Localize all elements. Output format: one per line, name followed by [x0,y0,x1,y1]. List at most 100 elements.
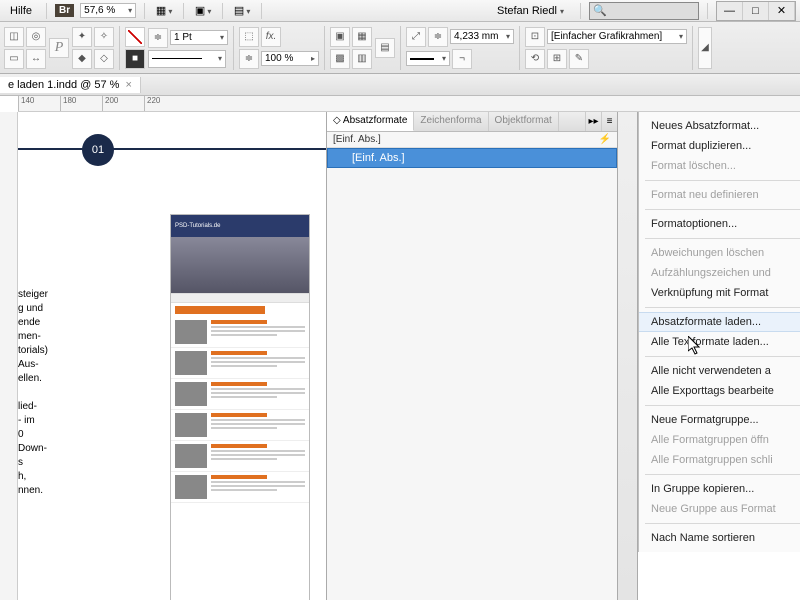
menu-separator [645,180,800,181]
text-wrap-skip-icon[interactable]: ▤ [375,38,395,58]
text-line: ellen. [18,372,78,386]
style-list[interactable]: [Einf. Abs.] [327,148,617,168]
menu-item: Format löschen... [639,156,800,176]
reference-point-icon[interactable]: ⊡ [525,27,545,47]
placed-web-screenshot: PSD-Tutorials.de [170,214,310,600]
minimize-button[interactable]: — [717,2,743,20]
text-line: - im [18,414,78,428]
selection-tool-icon[interactable]: ◫ [4,27,24,47]
fx-icon[interactable]: fx. [261,27,281,47]
stroke-weight-stepper[interactable]: ≑ [148,28,168,48]
zoom-level-input[interactable]: 57,6 % [80,3,136,18]
document-canvas[interactable]: 01 steigerg undendemen-torials)Aus-ellen… [18,112,800,600]
arrange-docs-icon[interactable]: ▤ [231,2,253,20]
menu-item[interactable]: Verknüpfung mit Format [639,283,800,303]
document-tab[interactable]: e laden 1.indd @ 57 %× [0,77,141,93]
menu-item[interactable]: Alle nicht verwendeten a [639,361,800,381]
frame-size-stepper[interactable]: ≑ [428,27,448,47]
text-line: h, [18,470,78,484]
menu-item[interactable]: Absatzformate laden... [639,312,800,332]
menu-item[interactable]: In Gruppe kopieren... [639,479,800,499]
style-row-selected[interactable]: [Einf. Abs.] [327,148,617,168]
control-toolbar: ◫◎▭↔ P ✦✧◆◇ ■ ≑1 Pt ⬚fx.≑100 % ▣▦▩▥ ▤ ⤢≑… [0,22,800,74]
text-wrap-none-icon[interactable]: ▣ [330,27,350,47]
text-line [18,386,78,400]
text-wrap-shape-icon[interactable]: ▩ [330,49,350,69]
frame-resize-icon[interactable]: ⤢ [406,27,426,47]
gap-tool-icon[interactable]: ↔ [26,49,46,69]
stroke-black-icon[interactable]: ■ [125,49,145,69]
panel-flyout-menu: Neues Absatzformat...Format duplizieren.… [638,112,800,552]
text-line: g und [18,302,78,316]
search-icon: 🔍 [593,4,607,17]
anchor-tool-b-icon[interactable]: ✧ [94,27,114,47]
menu-separator [645,356,800,357]
misc-icon-c[interactable]: ✎ [569,49,589,69]
opacity-input[interactable]: 100 % [261,51,319,66]
menu-separator [645,405,800,406]
menu-separator [645,209,800,210]
text-wrap-bound-icon[interactable]: ▦ [352,27,372,47]
user-name[interactable]: Stefan Riedl [489,5,572,17]
page-tool-icon[interactable]: ▭ [4,49,24,69]
anchor-tool-a-icon[interactable]: ✦ [72,27,92,47]
corner-fx-icon[interactable]: ⬚ [239,27,259,47]
menu-item: Alle Formatgruppen öffn [639,430,800,450]
text-line: torials) [18,344,78,358]
menu-item[interactable]: Alle Exporttags bearbeite [639,381,800,401]
menu-item[interactable]: Formatoptionen... [639,214,800,234]
search-input[interactable]: 🔍 [589,2,699,20]
direct-select-icon[interactable]: ◎ [26,27,46,47]
tab-zeichenformate[interactable]: Zeichenforma [414,112,488,131]
view-options-icon[interactable]: ▦ [153,2,175,20]
menu-item: Format neu definieren [639,185,800,205]
help-menu[interactable]: Hilfe [4,5,38,17]
text-line: Aus- [18,358,78,372]
horizontal-ruler: 140180200220 [18,96,800,112]
frame-style-select[interactable] [406,51,450,66]
window-controls: — □ ✕ [716,1,796,21]
lightning-icon: ⚡ [599,134,611,145]
text-wrap-jump-icon[interactable]: ▥ [352,49,372,69]
text-line: 0 [18,428,78,442]
screen-mode-icon[interactable]: ▣ [192,2,214,20]
type-tool-icon[interactable]: P [49,38,69,58]
panel-menu-icon[interactable]: ≡ [601,112,617,131]
tab-absatzformate[interactable]: ◇ Absatzformate [327,112,414,131]
panel-collapse-icon[interactable]: ▸▸ [585,112,601,131]
tab-close-icon[interactable]: × [125,79,131,91]
corner-mode-icon[interactable]: ¬ [452,49,472,69]
tab-objektformate[interactable]: Objektformat [489,112,559,131]
toolbar-flyout-icon[interactable]: ◢ [698,27,712,69]
text-line: men- [18,330,78,344]
menu-item[interactable]: Alle Textformate laden... [639,332,800,352]
text-line: steiger [18,288,78,302]
anchor-tool-c-icon[interactable]: ◆ [72,49,92,69]
frame-type-select[interactable]: [Einfacher Grafikrahmen] [547,29,687,44]
menu-separator [645,307,800,308]
workarea: 140180200220 01 steigerg undendemen-tori… [0,96,800,600]
text-line: ende [18,316,78,330]
menu-item: Abweichungen löschen [639,243,800,263]
text-line: s [18,456,78,470]
bridge-badge[interactable]: Br [55,4,74,17]
misc-icon-b[interactable]: ⊞ [547,49,567,69]
menubar: Hilfe Br 57,6 % ▦ ▣ ▤ Stefan Riedl 🔍 — □… [0,0,800,22]
close-button[interactable]: ✕ [769,2,795,20]
thumb-header: PSD-Tutorials.de [171,215,309,237]
frame-size-input[interactable]: 4,233 mm [450,29,514,44]
menu-item[interactable]: Nach Name sortieren [639,528,800,548]
menu-item[interactable]: Format duplizieren... [639,136,800,156]
opacity-stepper[interactable]: ≑ [239,49,259,69]
maximize-button[interactable]: □ [743,2,769,20]
stroke-style-select[interactable] [148,50,226,68]
paragraph-styles-panel: ◇ Absatzformate Zeichenforma Objektforma… [326,112,618,600]
anchor-tool-d-icon[interactable]: ◇ [94,49,114,69]
misc-icon-a[interactable]: ⟲ [525,49,545,69]
stroke-weight-input[interactable]: 1 Pt [170,30,228,45]
fill-none-icon[interactable] [125,27,145,47]
collapsed-right-dock[interactable] [618,112,638,600]
text-line: nnen. [18,484,78,498]
menu-item[interactable]: Neue Formatgruppe... [639,410,800,430]
menu-item[interactable]: Neues Absatzformat... [639,116,800,136]
